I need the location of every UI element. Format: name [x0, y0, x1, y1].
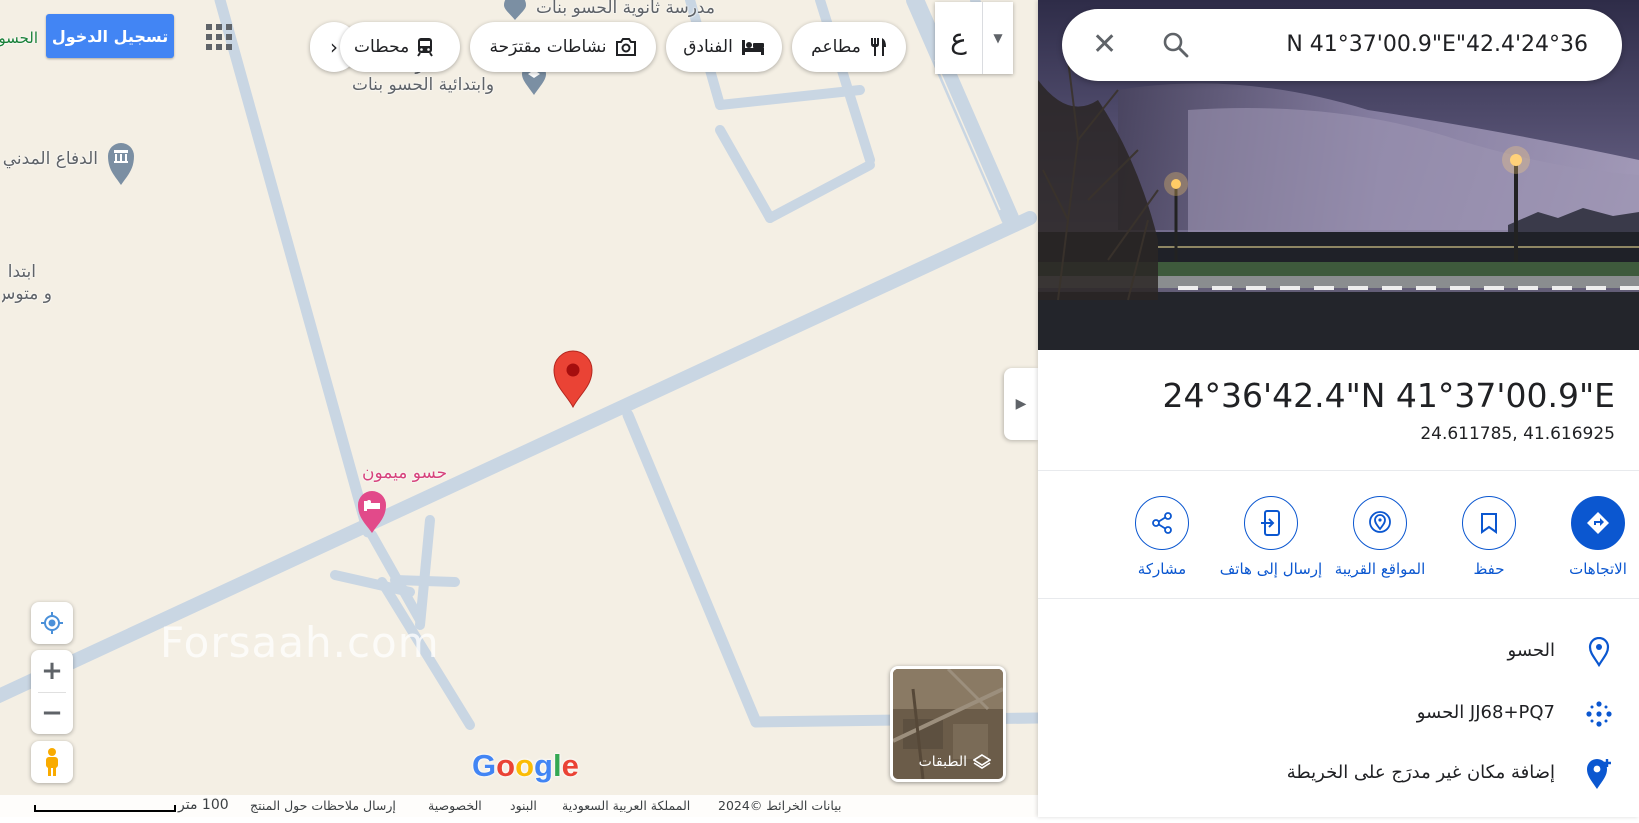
share-icon: [1152, 512, 1172, 534]
info-row-plus-code[interactable]: JJ68+PQ7 الحسو: [1038, 684, 1639, 744]
street-view-pegman-button[interactable]: [31, 741, 73, 783]
my-location-button[interactable]: [31, 602, 73, 644]
crosshair-location-icon: [41, 612, 63, 634]
add-place-icon: [1583, 758, 1615, 790]
action-circle[interactable]: [1244, 496, 1298, 550]
zoom-controls: + −: [31, 650, 73, 734]
road-network: [0, 0, 1038, 730]
info-text: الحسو: [1507, 640, 1555, 661]
collapse-panel-button[interactable]: ▶: [1004, 368, 1038, 440]
google-apps-grid-icon[interactable]: [206, 24, 232, 50]
action-circle[interactable]: [1571, 496, 1625, 550]
minus-icon: −: [41, 698, 63, 729]
layers-label: الطبقات: [918, 754, 967, 770]
send-to-phone-icon: [1261, 510, 1280, 536]
action-label: الاتجاهات: [1569, 560, 1627, 578]
pegman-icon: [46, 748, 58, 776]
place-details-panel: N 41°37'00.9"E"42.4'24°36 ✕ 24°36'42.4"N…: [1038, 0, 1639, 817]
search-icon[interactable]: [1162, 31, 1190, 59]
watermark-text: Forsaah.com: [160, 618, 440, 667]
hotel-pin-icon[interactable]: [356, 490, 388, 534]
hotel-label[interactable]: حسو ميمون: [362, 463, 447, 483]
divider: [1038, 598, 1639, 599]
action-label: المواقع القريبة: [1334, 560, 1426, 578]
restaurant-icon: [870, 38, 886, 56]
nearby-icon: [1369, 511, 1391, 533]
search-box[interactable]: N 41°37'00.9"E"42.4'24°36 ✕: [1062, 9, 1622, 81]
location-pin-icon: [1583, 636, 1615, 668]
chip-label: مطاعم: [811, 37, 861, 57]
chevron-right-icon: ›: [330, 35, 338, 59]
scale-label[interactable]: 100 متر: [178, 797, 229, 813]
action-circle[interactable]: [1135, 496, 1189, 550]
left-edge-label-2[interactable]: و متوس: [2, 284, 52, 304]
camera-icon: [615, 38, 636, 56]
info-row-locality[interactable]: الحسو: [1038, 622, 1639, 682]
share-button[interactable]: مشاركة: [1102, 496, 1222, 578]
info-text: إضافة مكان غير مدرَج على الخريطة: [1286, 762, 1555, 783]
chip-label: الفنادق: [683, 37, 733, 57]
plus-icon: +: [41, 655, 63, 686]
layers-icon: [973, 754, 991, 769]
school-mid-label-2[interactable]: وابتدائية الحسو بنات: [352, 75, 494, 95]
directions-icon: [1587, 512, 1609, 534]
dropped-pin-marker-icon[interactable]: [552, 350, 594, 408]
close-icon[interactable]: ✕: [1092, 30, 1117, 60]
zoom-out-button[interactable]: −: [31, 692, 73, 734]
plus-code-icon: [1583, 698, 1615, 730]
action-circle[interactable]: [1462, 496, 1516, 550]
caret-down-icon[interactable]: ▼: [983, 2, 1013, 74]
privacy-link[interactable]: الخصوصية: [428, 798, 482, 813]
triangle-right-icon: ▶: [1015, 396, 1027, 412]
terms-link[interactable]: البنود: [510, 798, 537, 813]
place-title: 24°36'42.4"N 41°37'00.9"E: [1162, 376, 1615, 415]
map-canvas[interactable]: مدرسة ثانوية الحسو بنات رسة وابتدائية ال…: [0, 0, 1038, 817]
send-to-phone-button[interactable]: إرسال إلى هاتف: [1211, 496, 1331, 578]
action-label: إرسال إلى هاتف: [1219, 560, 1323, 578]
bookmark-icon: [1481, 513, 1497, 534]
country-label[interactable]: المملكة العربية السعودية: [562, 798, 690, 813]
action-label: مشاركة: [1137, 560, 1187, 578]
chip-transit[interactable]: محطات: [340, 22, 460, 72]
decimal-coordinates: 24.611785, 41.616925: [1420, 424, 1615, 444]
chip-label: نشاطات مقترَحة: [489, 37, 607, 57]
zoom-in-button[interactable]: +: [31, 650, 73, 692]
send-feedback-link[interactable]: إرسال ملاحظات حول المنتج: [250, 798, 396, 813]
directions-button[interactable]: الاتجاهات: [1538, 496, 1639, 578]
layers-button[interactable]: الطبقات: [890, 666, 1006, 782]
search-input[interactable]: N 41°37'00.9"E"42.4'24°36: [1286, 32, 1588, 57]
action-circle[interactable]: [1353, 496, 1407, 550]
civil-defense-label[interactable]: الدفاع المدني: [0, 149, 98, 169]
school-icon[interactable]: [502, 0, 528, 22]
nearby-button[interactable]: المواقع القريبة: [1320, 496, 1440, 578]
chip-hotels[interactable]: الفنادق: [666, 22, 782, 72]
scale-bar[interactable]: [34, 805, 176, 812]
action-label: حفظ: [1473, 560, 1505, 578]
google-logo: Google: [472, 748, 579, 783]
location-photo[interactable]: N 41°37'00.9"E"42.4'24°36 ✕: [1038, 0, 1639, 350]
chip-restaurants[interactable]: مطاعم: [792, 22, 906, 72]
language-label[interactable]: ع: [935, 2, 983, 74]
school-top-label[interactable]: مدرسة ثانوية الحسو بنات: [536, 0, 715, 18]
hotel-icon: [741, 40, 764, 55]
transit-icon: [417, 38, 434, 57]
chip-label: محطات: [354, 37, 410, 57]
info-text: JJ68+PQ7 الحسو: [1416, 702, 1555, 723]
info-row-add-place[interactable]: إضافة مكان غير مدرَج على الخريطة: [1038, 744, 1639, 804]
layers-label-wrap: الطبقات: [919, 753, 991, 771]
top-left-place-label[interactable]: الحسو: [0, 28, 38, 48]
save-button[interactable]: حفظ: [1429, 496, 1549, 578]
chip-things-to-do[interactable]: نشاطات مقترَحة: [470, 22, 656, 72]
language-selector[interactable]: ع ▼: [935, 2, 1013, 74]
map-data-attribution: بيانات الخرائط ©2024: [718, 798, 842, 813]
sign-in-button[interactable]: تسجيل الدخول: [46, 14, 174, 58]
divider: [1038, 470, 1639, 471]
government-building-icon[interactable]: [106, 140, 136, 186]
left-edge-label-1[interactable]: ابتدا: [2, 262, 36, 282]
